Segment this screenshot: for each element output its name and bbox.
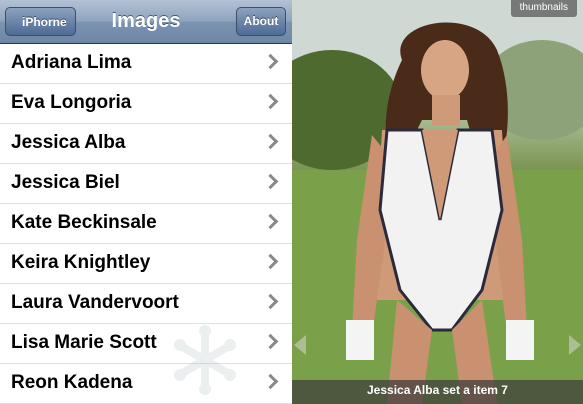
list-item-label: Eva Longoria <box>11 92 132 113</box>
list-item[interactable]: Jessica Biel <box>0 164 292 204</box>
photo-viewer[interactable]: thumbnails Jessica Alba set a item 7 <box>292 0 583 404</box>
list-item-label: Jessica Alba <box>11 132 126 153</box>
list-item-label: Reon Kadena <box>11 372 133 393</box>
chevron-right-icon <box>262 333 279 350</box>
previous-arrow-icon[interactable] <box>294 335 306 355</box>
list-item[interactable]: Lisa Marie Scott <box>0 324 292 364</box>
list-item-label: Laura Vandervoort <box>11 292 179 313</box>
list-item-label: Adriana Lima <box>11 52 132 73</box>
about-button[interactable]: About <box>236 7 286 36</box>
chevron-right-icon <box>262 173 279 190</box>
list-item-label: Lisa Marie Scott <box>11 332 157 353</box>
list-item[interactable]: Jessica Alba <box>0 124 292 164</box>
list-item[interactable]: Adriana Lima <box>0 44 292 84</box>
list-item[interactable]: Keira Knightley <box>0 244 292 284</box>
next-arrow-icon[interactable] <box>569 335 581 355</box>
list-item[interactable]: Kate Beckinsale <box>0 204 292 244</box>
list-item-label: Keira Knightley <box>11 252 151 273</box>
asterisk-watermark-icon <box>174 325 236 395</box>
list-item-label: Kate Beckinsale <box>11 212 157 233</box>
photo-caption: Jessica Alba set a item 7 <box>292 380 583 404</box>
photo-image <box>292 0 583 404</box>
chevron-right-icon <box>262 93 279 110</box>
thumbnails-button[interactable]: thumbnails <box>510 0 577 17</box>
chevron-right-icon <box>262 133 279 150</box>
chevron-right-icon <box>262 373 279 390</box>
gallery-list: Adriana Lima Eva Longoria Jessica Alba J… <box>0 44 292 404</box>
navigation-bar: iPhorne Images About <box>0 0 292 44</box>
list-item[interactable]: Reon Kadena <box>0 364 292 404</box>
chevron-right-icon <box>262 213 279 230</box>
list-item[interactable]: Eva Longoria <box>0 84 292 124</box>
chevron-right-icon <box>262 53 279 70</box>
chevron-right-icon <box>262 253 279 270</box>
image-list-panel: iPhorne Images About Adriana Lima Eva Lo… <box>0 0 292 404</box>
chevron-right-icon <box>262 293 279 310</box>
list-item[interactable]: Laura Vandervoort <box>0 284 292 324</box>
list-item-label: Jessica Biel <box>11 172 120 193</box>
back-button-label: iPhorne <box>22 15 67 29</box>
